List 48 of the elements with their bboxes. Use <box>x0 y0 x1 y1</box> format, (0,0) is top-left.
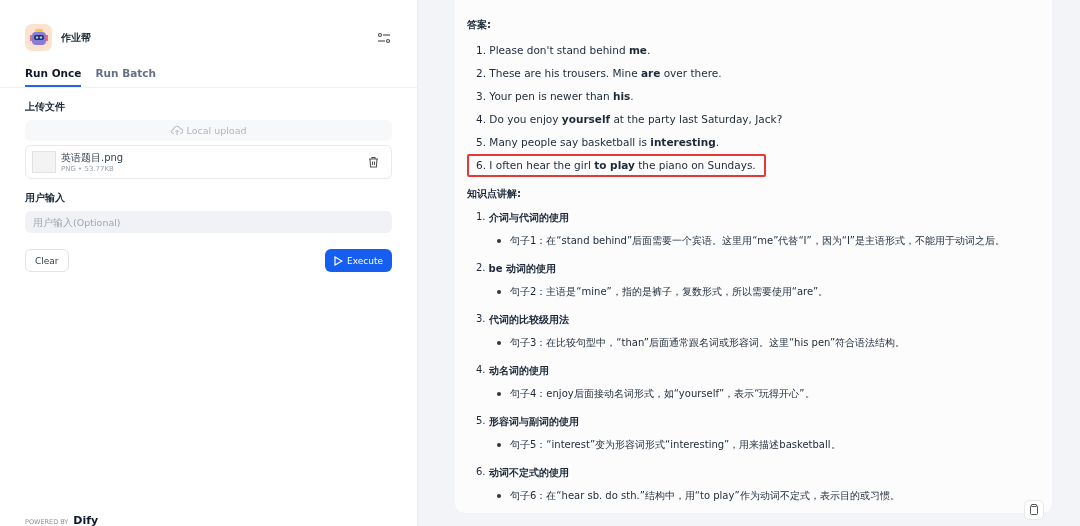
input-field[interactable]: 用户输入(Optional) <box>25 211 392 233</box>
point-title: 动词不定式的使用 <box>488 466 569 480</box>
tab[interactable]: Run Batch <box>95 67 156 87</box>
point-title: 代词的比较级用法 <box>488 313 569 327</box>
item-number: 1. <box>476 211 486 224</box>
bullet-icon <box>497 494 501 498</box>
answer-line: 1. Please don't stand behind me. <box>475 43 652 58</box>
settings-icon[interactable] <box>377 30 391 45</box>
file-name: 英语题目.png <box>61 151 125 165</box>
point-title: 动名词的使用 <box>488 364 549 378</box>
item-number: 3. <box>476 313 486 326</box>
bullet-icon <box>497 341 501 345</box>
tab[interactable]: Run Once <box>25 67 82 87</box>
answer-line: 4. Do you enjoy yourself at the party last Saturday, Jack? <box>475 112 784 127</box>
point-title: 介词与代词的使用 <box>488 211 569 225</box>
answer-line: 5. Many people say basketball is interesting. <box>475 135 720 150</box>
section-heading: 知识点讲解: <box>467 187 522 201</box>
bullet-icon <box>497 290 501 294</box>
field-label: 上传文件 <box>25 100 66 114</box>
explanation-text: 句子1：在“stand behind”后面需要一个宾语。这里用“me”代替“I”，因为“I”是主语形式，不能用于动词之后。 <box>510 234 1006 248</box>
answer-line: 3. Your pen is newer than his. <box>475 89 635 104</box>
brand-logo: Dify <box>73 515 99 526</box>
item-number: 2. <box>476 262 486 275</box>
clear-button[interactable]: Clear <box>25 249 69 272</box>
cloud-upload-icon <box>170 125 183 136</box>
field-label: 用户输入 <box>25 191 66 205</box>
item-number: 4. <box>476 364 486 377</box>
play-icon <box>334 255 343 266</box>
bullet-icon <box>497 392 501 396</box>
robot-icon <box>25 24 52 51</box>
item-number: 6. <box>476 466 486 479</box>
explanation-text: 句子6：在“hear sb. do sth.”结构中，用“to play”作为动词不定式，表示目的或习惯。 <box>510 489 900 503</box>
explanation-text: 句子2：主语是“mine”，指的是裤子，复数形式，所以需要使用“are”。 <box>510 285 829 299</box>
section-heading: 答案: <box>467 18 492 32</box>
app-name: 作业帮 <box>61 30 92 45</box>
trash-icon[interactable] <box>368 156 379 168</box>
bullet-icon <box>497 239 501 243</box>
explanation-text: 句子3：在比较句型中，“than”后面通常跟名词或形容词。这里“his pen”符合语法结构。 <box>510 336 906 350</box>
image-thumbnail <box>32 151 56 173</box>
bullet-icon <box>497 443 501 447</box>
item-number: 5. <box>476 415 486 428</box>
point-title: 形容词与副词的使用 <box>488 415 579 429</box>
execute-button[interactable]: Execute <box>325 249 392 272</box>
explanation-text: 句子5：“interest”变为形容词形式“interesting”，用来描述basketball。 <box>510 438 841 452</box>
point-title: be 动词的使用 <box>488 262 556 276</box>
clipboard-icon[interactable] <box>1024 500 1044 520</box>
answer-line: 2. These are his trousers. Mine are over there. <box>475 66 723 81</box>
explanation-text: 句子4：enjoy后面接动名词形式，如“yourself”，表示“玩得开心”。 <box>510 387 815 401</box>
